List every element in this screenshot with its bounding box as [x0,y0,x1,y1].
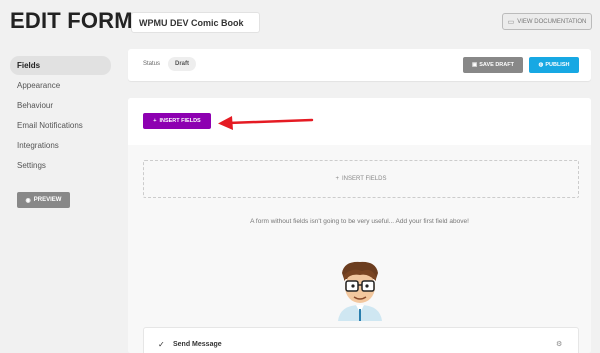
documentation-icon: ▭ [507,18,515,26]
sidebar-item-appearance[interactable]: Appearance [10,76,111,95]
check-icon: ✓ [158,340,165,349]
preview-label: PREVIEW [33,197,62,203]
publish-button[interactable]: ◍ PUBLISH [529,57,579,73]
page-title: EDIT FORM [10,8,133,33]
sidebar-nav: Fields Appearance Behaviour Email Notifi… [10,56,111,176]
view-documentation-label: VIEW DOCUMENTATION [517,18,587,25]
builder-canvas: + INSERT FIELDS A form without fields is… [128,145,591,353]
red-arrow-annotation [218,116,314,130]
mascot-illustration [338,261,382,321]
sidebar-item-integrations[interactable]: Integrations [10,136,111,155]
plus-icon: + [335,176,340,182]
form-name-field[interactable]: WPMU DEV Comic Book [131,12,260,33]
save-draft-button[interactable]: ▣ SAVE DRAFT [463,57,523,73]
plus-icon: + [153,118,157,124]
eye-icon: ◉ [25,197,31,204]
builder-toolbar: + INSERT FIELDS [128,98,591,145]
sidebar-item-email-notifications[interactable]: Email Notifications [10,116,111,135]
preview-button[interactable]: ◉ PREVIEW [17,192,70,208]
empty-state-message: A form without fields isn't going to be … [250,218,469,225]
status-label: Status [143,61,161,67]
dropzone-label: INSERT FIELDS [342,176,387,182]
send-message-row[interactable]: ✓ Send Message ⚙ [143,327,579,353]
save-icon: ▣ [472,62,478,68]
publish-label: PUBLISH [545,62,570,68]
sidebar-item-settings[interactable]: Settings [10,156,111,175]
insert-fields-label: INSERT FIELDS [159,118,201,124]
send-message-label: Send Message [173,341,222,348]
gear-icon[interactable]: ⚙ [556,340,562,348]
status-badge: Draft [168,57,197,71]
sidebar-item-behaviour[interactable]: Behaviour [10,96,111,115]
save-draft-label: SAVE DRAFT [479,62,514,68]
globe-icon: ◍ [538,62,544,68]
status-bar: Status Draft ▣ SAVE DRAFT ◍ PUBLISH [128,49,591,81]
insert-fields-button[interactable]: + INSERT FIELDS [143,113,211,129]
insert-fields-dropzone[interactable]: + INSERT FIELDS [143,160,579,198]
sidebar-item-fields[interactable]: Fields [10,56,111,75]
view-documentation-button[interactable]: ▭ VIEW DOCUMENTATION [502,13,592,30]
form-builder: + INSERT FIELDS + INSERT FIELDS A form w… [128,98,591,353]
